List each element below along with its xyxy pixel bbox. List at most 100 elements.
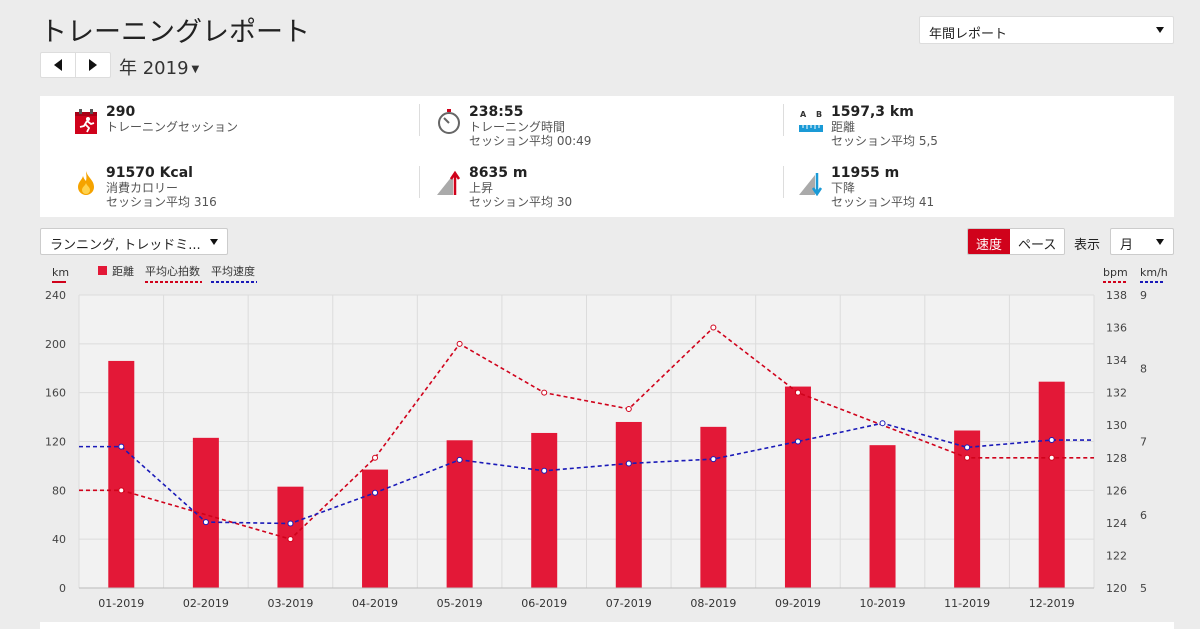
speed-point[interactable] bbox=[625, 460, 632, 467]
legend-speed-label: 平均速度 bbox=[211, 264, 255, 278]
series-lines bbox=[79, 324, 1094, 543]
heart-rate-point[interactable] bbox=[794, 389, 801, 396]
sport-select[interactable]: ランニング, トレッドミ... bbox=[40, 228, 228, 255]
display-label: 表示 bbox=[1074, 238, 1101, 253]
stat-value: 11955 m bbox=[831, 165, 900, 181]
bottom-panel bbox=[40, 622, 1174, 629]
distance-bar[interactable] bbox=[277, 486, 304, 588]
x-tick-label: 08-2019 bbox=[690, 597, 736, 610]
divider bbox=[783, 166, 784, 198]
stat-ascent: 8635 m 上昇 セッション平均 30 bbox=[437, 165, 573, 209]
stat-sub: セッション平均 30 bbox=[469, 195, 573, 209]
caret-down-icon: ▼ bbox=[191, 63, 200, 75]
distance-bar[interactable] bbox=[531, 432, 558, 588]
stat-value: 290 bbox=[106, 104, 136, 120]
speed-point[interactable] bbox=[794, 438, 801, 445]
legend-heart-rate-label: 平均心拍数 bbox=[145, 264, 200, 278]
speed-point[interactable] bbox=[456, 456, 463, 463]
heart-rate-point[interactable] bbox=[541, 389, 548, 396]
sport-value: ランニング, トレッドミ... bbox=[50, 238, 201, 253]
stat-value: 238:55 bbox=[469, 104, 524, 120]
bpm-tick-label: 132 bbox=[1106, 387, 1127, 400]
descent-icon bbox=[799, 173, 823, 196]
distance-bar[interactable] bbox=[192, 437, 219, 588]
group-by-select[interactable]: 月 bbox=[1110, 228, 1174, 255]
speed-tick-label: 8 bbox=[1140, 362, 1147, 375]
x-tick-label: 06-2019 bbox=[521, 597, 567, 610]
chevron-left-icon bbox=[54, 59, 62, 71]
speed-tick-label: 7 bbox=[1140, 436, 1147, 449]
distance-bar[interactable] bbox=[784, 386, 811, 588]
bpm-tick-label: 124 bbox=[1106, 517, 1127, 530]
heart-rate-point[interactable] bbox=[456, 340, 463, 347]
previous-period-button[interactable] bbox=[41, 53, 75, 77]
stat-label: 距離 bbox=[831, 120, 856, 134]
report-type-value: 年間レポート bbox=[929, 27, 1008, 42]
next-period-button[interactable] bbox=[75, 53, 110, 77]
y-tick-label: 80 bbox=[52, 484, 66, 497]
distance-bar[interactable] bbox=[954, 430, 981, 588]
speed-toggle-button[interactable]: 速度 bbox=[968, 229, 1011, 254]
report-type-select[interactable]: 年間レポート bbox=[919, 16, 1174, 44]
speed-point[interactable] bbox=[118, 443, 125, 450]
stat-value: 1597,3 km bbox=[831, 104, 914, 120]
bpm-tick-label: 138 bbox=[1106, 289, 1127, 302]
distance-bar[interactable] bbox=[1038, 381, 1065, 588]
stat-label: トレーニング時間 bbox=[469, 120, 566, 134]
speed-axis-label: km/h bbox=[1140, 266, 1168, 279]
distance-bar[interactable] bbox=[869, 445, 896, 588]
km-axis-label: km bbox=[52, 266, 69, 279]
stat-sub: セッション平均 316 bbox=[106, 195, 217, 209]
stat-value: 91570 Kcal bbox=[106, 165, 193, 181]
heart-rate-point[interactable] bbox=[118, 487, 125, 494]
distance-bar[interactable] bbox=[446, 440, 473, 588]
heart-rate-line bbox=[79, 326, 1094, 541]
distance-bar[interactable] bbox=[700, 426, 727, 588]
speed-tick-label: 6 bbox=[1140, 509, 1147, 522]
y-tick-label: 240 bbox=[45, 289, 66, 302]
distance-bar[interactable] bbox=[362, 469, 389, 588]
distance-bar[interactable] bbox=[615, 421, 642, 588]
speed-point[interactable] bbox=[879, 420, 886, 427]
bpm-tick-label: 128 bbox=[1106, 452, 1127, 465]
legend-distance-label: 距離 bbox=[112, 264, 134, 278]
chevron-down-icon bbox=[1156, 239, 1164, 245]
speed-point[interactable] bbox=[1048, 437, 1055, 444]
stat-label: 上昇 bbox=[469, 181, 494, 195]
pace-toggle-button[interactable]: ペース bbox=[1010, 229, 1065, 254]
heart-rate-point[interactable] bbox=[964, 454, 971, 461]
stat-sub: セッション平均 41 bbox=[831, 195, 935, 209]
heart-rate-point[interactable] bbox=[625, 405, 632, 412]
x-tick-label: 12-2019 bbox=[1029, 597, 1075, 610]
distance-ruler-icon: A B bbox=[799, 110, 823, 132]
stat-duration: 238:55 トレーニング時間 セッション平均 00:49 bbox=[438, 104, 591, 148]
distance-bar[interactable] bbox=[108, 360, 135, 588]
legend-distance-swatch bbox=[98, 266, 107, 275]
speed-point[interactable] bbox=[964, 444, 971, 451]
summary-panel: 290 トレーニングセッション 238:55 トレーニング時間 セッション平均 … bbox=[40, 96, 1174, 217]
heart-rate-point[interactable] bbox=[372, 454, 379, 461]
stat-label: 消費カロリー bbox=[106, 181, 179, 195]
period-selector[interactable]: 年 2019 ▼ bbox=[119, 54, 199, 80]
stat-sessions: 290 トレーニングセッション bbox=[75, 104, 238, 134]
speed-point[interactable] bbox=[372, 489, 379, 496]
flame-icon bbox=[78, 171, 94, 195]
divider bbox=[419, 104, 420, 136]
heart-rate-point[interactable] bbox=[710, 324, 717, 331]
speed-point[interactable] bbox=[202, 519, 209, 526]
heart-rate-point[interactable] bbox=[1048, 454, 1055, 461]
stat-sub: セッション平均 5,5 bbox=[831, 134, 938, 148]
period-nav bbox=[40, 52, 111, 78]
speed-pace-toggle: 速度 ペース bbox=[967, 228, 1066, 255]
stat-descent: 11955 m 下降 セッション平均 41 bbox=[799, 165, 935, 209]
svg-text:A: A bbox=[800, 110, 807, 119]
speed-point[interactable] bbox=[710, 456, 717, 463]
x-tick-label: 04-2019 bbox=[352, 597, 398, 610]
bpm-tick-label: 134 bbox=[1106, 354, 1127, 367]
axes: 0 40 80 120 160 200 240 120 122 124 126 128 130 132 13… bbox=[45, 266, 1168, 610]
period-label: 年 2019 bbox=[119, 58, 189, 79]
speed-point[interactable] bbox=[287, 520, 294, 527]
speed-point[interactable] bbox=[541, 467, 548, 474]
bpm-tick-label: 120 bbox=[1106, 582, 1127, 595]
heart-rate-point[interactable] bbox=[287, 536, 294, 543]
